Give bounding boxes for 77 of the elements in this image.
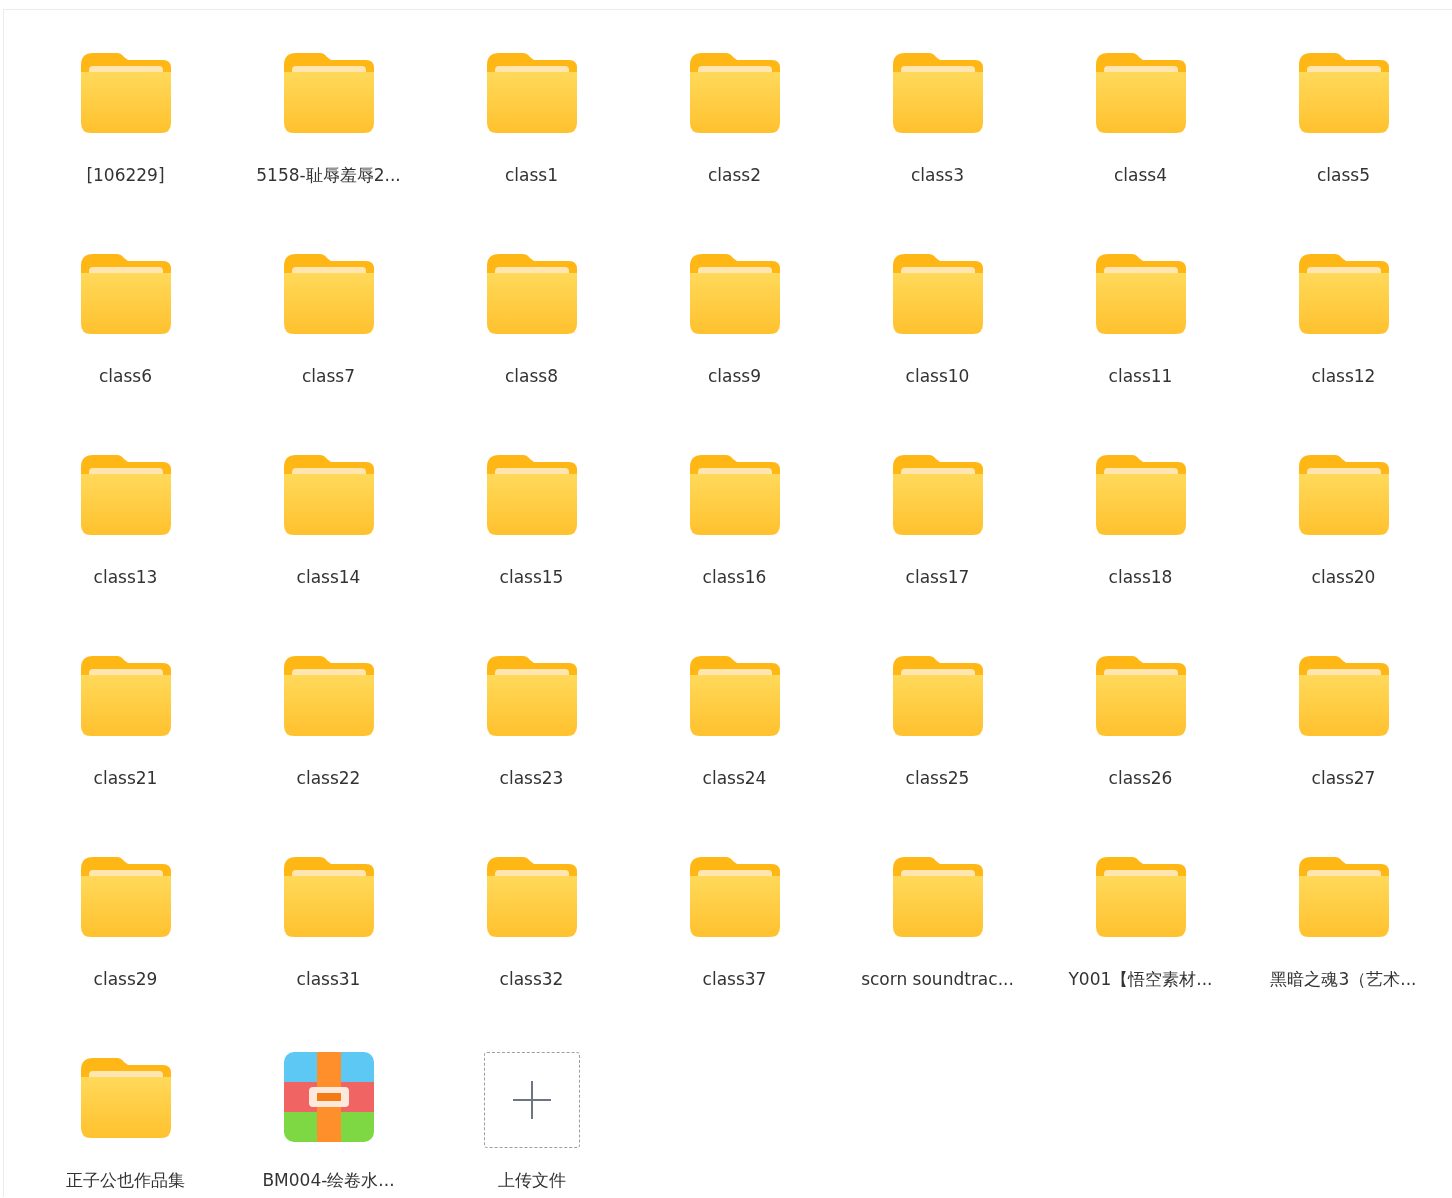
file-name: class25 xyxy=(905,767,970,790)
upload-label: 上传文件 xyxy=(497,1169,566,1192)
file-name: class15 xyxy=(499,566,564,589)
folder-icon xyxy=(1298,656,1389,736)
folder-icon xyxy=(689,53,780,133)
file-name: class3 xyxy=(911,164,964,187)
folder-icon xyxy=(283,455,374,535)
folder-icon xyxy=(486,656,577,736)
file-name: 5158-耻辱羞辱2... xyxy=(256,164,401,187)
file-name: class6 xyxy=(99,365,152,388)
file-name: scorn soundtrac... xyxy=(861,968,1014,991)
file-name: class20 xyxy=(1311,566,1376,589)
file-name: class13 xyxy=(93,566,158,589)
file-name: class5 xyxy=(1317,164,1370,187)
folder-icon xyxy=(1095,254,1186,334)
file-name: class2 xyxy=(708,164,761,187)
folder-icon xyxy=(80,455,171,535)
folder-icon xyxy=(689,857,780,937)
folder-icon xyxy=(689,455,780,535)
file-name: class37 xyxy=(702,968,767,991)
file-name: class29 xyxy=(93,968,158,991)
folder-icon xyxy=(283,857,374,937)
folder-icon xyxy=(892,656,983,736)
file-name: class24 xyxy=(702,767,767,790)
folder-icon xyxy=(283,254,374,334)
folder-icon xyxy=(1095,656,1186,736)
file-name: class22 xyxy=(296,767,361,790)
folder-icon xyxy=(80,857,171,937)
folder-icon xyxy=(283,656,374,736)
folder-icon xyxy=(1298,53,1389,133)
file-name: [106229] xyxy=(86,164,165,187)
file-name: class14 xyxy=(296,566,361,589)
folder-icon xyxy=(892,857,983,937)
file-name: BM004-绘卷水... xyxy=(262,1169,395,1192)
file-name: class7 xyxy=(302,365,355,388)
folder-icon xyxy=(892,455,983,535)
folder-icon xyxy=(892,254,983,334)
file-name: class31 xyxy=(296,968,361,991)
folder-icon xyxy=(1298,455,1389,535)
folder-icon xyxy=(1095,53,1186,133)
folder-icon xyxy=(486,455,577,535)
folder-icon xyxy=(486,53,577,133)
file-name: class8 xyxy=(505,365,558,388)
folder-icon xyxy=(1298,857,1389,937)
file-name: class12 xyxy=(1311,365,1376,388)
file-name: class4 xyxy=(1114,164,1167,187)
folder-icon xyxy=(80,656,171,736)
file-name: class1 xyxy=(505,164,558,187)
folder-icon xyxy=(689,254,780,334)
folder-icon xyxy=(892,53,983,133)
upload-button[interactable] xyxy=(483,1052,580,1148)
file-name: class16 xyxy=(702,566,767,589)
file-name: class17 xyxy=(905,566,970,589)
file-name: class10 xyxy=(905,365,970,388)
folder-icon xyxy=(1095,857,1186,937)
folder-icon xyxy=(80,1058,171,1138)
folder-icon xyxy=(689,656,780,736)
archive-icon xyxy=(283,1052,374,1142)
folder-icon xyxy=(486,254,577,334)
file-name: 黑暗之魂3（艺术... xyxy=(1270,968,1417,991)
file-name: class23 xyxy=(499,767,564,790)
folder-icon xyxy=(80,254,171,334)
folder-icon xyxy=(486,857,577,937)
file-name: class11 xyxy=(1108,365,1173,388)
file-name: class27 xyxy=(1311,767,1376,790)
file-name: class18 xyxy=(1108,566,1173,589)
file-name: class21 xyxy=(93,767,158,790)
file-name: class26 xyxy=(1108,767,1173,790)
folder-icon xyxy=(1298,254,1389,334)
folder-icon xyxy=(1095,455,1186,535)
file-name: class32 xyxy=(499,968,564,991)
folder-icon xyxy=(80,53,171,133)
file-name: 正子公也作品集 xyxy=(66,1169,185,1192)
file-name: Y001【悟空素材... xyxy=(1068,968,1213,991)
plus-icon xyxy=(511,1080,552,1120)
folder-icon xyxy=(283,53,374,133)
file-name: class9 xyxy=(708,365,761,388)
